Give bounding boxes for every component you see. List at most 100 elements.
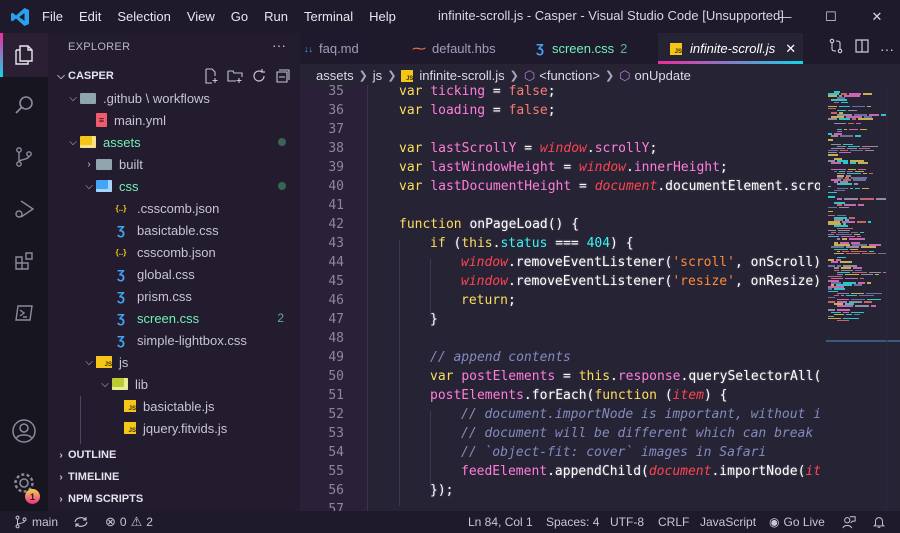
code-token: = <box>485 103 509 118</box>
css-file-icon: Ʒ <box>117 332 125 348</box>
compare-changes-button[interactable] <box>828 38 844 59</box>
cursor-position[interactable]: Ln 84, Col 1 <box>468 511 533 533</box>
breadcrumb-assets[interactable]: assets <box>316 68 354 83</box>
tree-folder[interactable]: ⌵ assets <box>48 131 300 153</box>
encoding[interactable]: UTF-8 <box>610 511 644 533</box>
tree-file[interactable]: Ʒbasictable.css <box>48 219 300 241</box>
menu-help[interactable]: Help <box>369 9 396 24</box>
tab-default-hbs[interactable]: ⁓ default.hbs <box>412 33 530 64</box>
breadcrumb-file[interactable]: infinite-scroll.js <box>419 68 504 83</box>
breadcrumb-js[interactable]: js <box>373 68 382 83</box>
tree-folder[interactable]: ⌵ lib <box>48 373 300 395</box>
minimize-button[interactable]: — <box>762 0 808 33</box>
tree-folder[interactable]: ⌵ JS js <box>48 351 300 373</box>
tree-file[interactable]: ≡ main.yml <box>48 109 300 131</box>
tab-infinite-scroll-js[interactable]: JS infinite-scroll.js ✕ <box>658 33 803 64</box>
indentation[interactable]: Spaces: 4 <box>546 511 599 533</box>
tree-folder[interactable]: ⌵ .github \ workflows <box>48 87 300 109</box>
tree-file[interactable]: JS jquery.fitvids.js <box>48 417 300 439</box>
problem-count: 2 <box>277 311 284 325</box>
run-debug-button[interactable] <box>0 187 48 231</box>
tree-file[interactable]: Ʒglobal.css <box>48 263 300 285</box>
accounts-button[interactable] <box>0 409 48 453</box>
notifications-button[interactable] <box>872 511 886 533</box>
breadcrumb-function[interactable]: <function> <box>539 68 600 83</box>
maximize-button[interactable]: ☐ <box>808 0 854 33</box>
npm-scripts-section[interactable]: › NPM SCRIPTS <box>48 488 300 510</box>
menu-file[interactable]: File <box>42 9 63 24</box>
tree-file[interactable]: JS basictable.js <box>48 395 300 417</box>
code-token: , onResize); <box>734 274 820 289</box>
tree-folder[interactable]: › built <box>48 153 300 175</box>
language-mode[interactable]: JavaScript <box>700 511 756 533</box>
menu-terminal[interactable]: Terminal <box>304 9 353 24</box>
tree-file[interactable]: {..} .csscomb.json <box>48 197 300 219</box>
go-live-button[interactable]: ◉ Go Live <box>769 511 825 533</box>
code-token: postElements <box>430 388 524 403</box>
extensions-button[interactable] <box>0 239 48 283</box>
minimap-line <box>850 162 856 164</box>
minimap-line <box>855 135 861 137</box>
tree-file[interactable]: {..} csscomb.json <box>48 241 300 263</box>
chevron-down-icon: ⌵ <box>85 180 93 192</box>
symbol-function-icon: ⬡ <box>523 67 536 83</box>
code-token: 'scroll' <box>672 255 735 270</box>
tab-faq-md[interactable]: ↓↓ faq.md <box>300 33 405 64</box>
new-file-button[interactable] <box>202 67 220 85</box>
minimap-line <box>858 162 868 164</box>
breadcrumb-onupdate[interactable]: onUpdate <box>635 68 691 83</box>
outline-section[interactable]: › OUTLINE <box>48 444 300 466</box>
new-folder-button[interactable] <box>226 67 244 85</box>
vertical-scrollbar[interactable] <box>886 87 900 511</box>
tree-file[interactable]: Ʒsimple-lightbox.css <box>48 329 300 351</box>
menu-edit[interactable]: Edit <box>79 9 101 24</box>
code-token: ticking <box>430 85 486 99</box>
search-button[interactable] <box>0 83 48 127</box>
end-of-line[interactable]: CRLF <box>658 511 689 533</box>
sync-button[interactable] <box>73 511 89 533</box>
tree-file[interactable]: Ʒprism.css <box>48 285 300 307</box>
remote-explorer-button[interactable] <box>0 291 48 335</box>
line-number: 54 <box>328 445 344 460</box>
git-branch-icon <box>15 515 27 529</box>
split-editor-button[interactable] <box>854 38 870 59</box>
timeline-section[interactable]: › TIMELINE <box>48 466 300 488</box>
code-line: var loading = false; <box>399 103 556 118</box>
code-token: var <box>399 85 431 99</box>
explorer-button[interactable] <box>0 33 48 77</box>
minimap-line <box>852 105 865 108</box>
tree-file[interactable]: Ʒscreen.css 2 <box>48 307 300 329</box>
tree-folder[interactable]: ⌵ css <box>48 175 300 197</box>
collapse-all-button[interactable] <box>274 67 292 85</box>
close-window-button[interactable]: ✕ <box>854 0 900 33</box>
settings-badge: 1 <box>25 489 40 504</box>
manage-button[interactable]: 1 <box>0 461 48 505</box>
code-token: removeEventListener <box>515 274 665 289</box>
minimap-line <box>837 183 852 185</box>
feedback-button[interactable] <box>842 511 856 533</box>
source-control-button[interactable] <box>0 135 48 179</box>
explorer-sidebar: EXPLORER ··· ⌵ CASPER ⌵ .github \ workflo… <box>48 33 300 511</box>
problems-indicator[interactable]: ⊗ 0 ⚠ 2 <box>105 511 153 533</box>
minimap-line <box>834 252 844 255</box>
code-token: . <box>507 255 516 270</box>
minimap-line <box>839 118 850 120</box>
more-editor-actions-button[interactable]: ··· <box>880 41 894 57</box>
menu-selection[interactable]: Selection <box>117 9 170 24</box>
refresh-button[interactable] <box>250 67 268 85</box>
code-line: window.removeEventListener('resize', onR… <box>461 274 820 289</box>
minimap-line <box>841 294 844 297</box>
minimap-line <box>861 273 873 276</box>
menu-bar: File Edit Selection View Go Run Terminal Help <box>42 0 412 33</box>
branch-indicator[interactable]: main <box>14 511 58 533</box>
code-token: document <box>594 179 658 194</box>
menu-go[interactable]: Go <box>231 9 248 24</box>
code-token: loading <box>430 103 486 118</box>
close-tab-button[interactable]: ✕ <box>785 41 796 57</box>
more-actions-button[interactable]: ··· <box>272 37 286 53</box>
menu-view[interactable]: View <box>187 9 215 24</box>
menu-run[interactable]: Run <box>264 9 288 24</box>
code-token: // `object-fit: cover` images in Safari <box>461 445 767 460</box>
tab-screen-css[interactable]: Ʒ screen.css 2 <box>536 33 656 64</box>
code-editor[interactable]: 35 36 37 38 39 40 41 42 43 44 45 46 47 48 49 50 51 52 53 54… <box>300 85 820 511</box>
